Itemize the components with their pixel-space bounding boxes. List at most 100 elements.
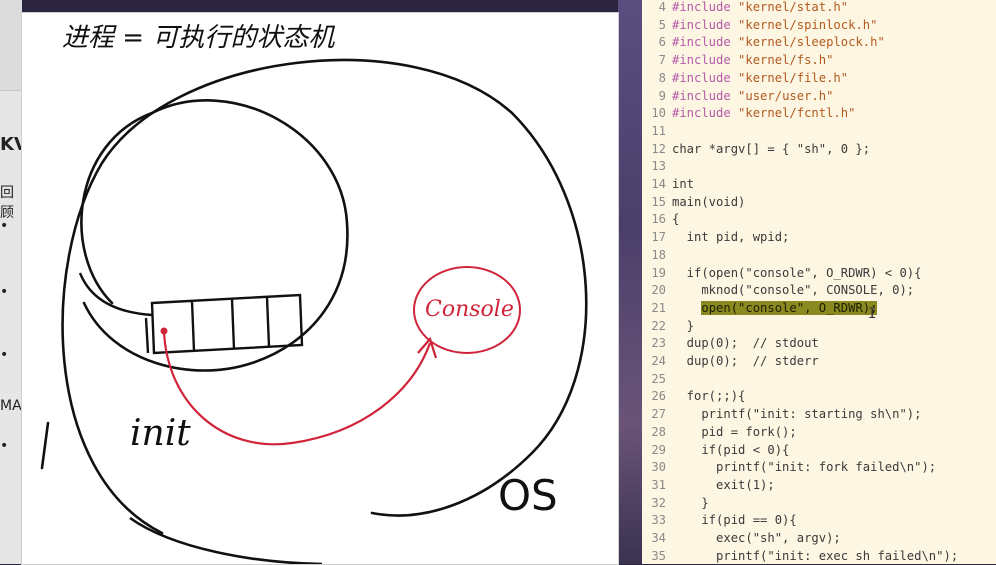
code-text: printf("init: exec sh failed\n");	[672, 548, 959, 563]
code-text: printf("init: starting sh\n");	[672, 407, 922, 422]
code-line[interactable]: 5 #include "kernel/spinlock.h"	[642, 16, 996, 34]
background-window-header	[0, 0, 22, 91]
code-line[interactable]: 26 for(;;){	[642, 387, 996, 405]
code-line[interactable]: 21 open("console", O_RDWR);	[642, 299, 996, 317]
init-label: init	[130, 413, 191, 454]
os-circle-tail	[129, 516, 323, 564]
code-text: mknod("console", CONSOLE, 0);	[672, 283, 915, 298]
code-text: for(;;){	[672, 389, 746, 404]
line-number: 32	[651, 495, 666, 510]
os-left-stroke	[40, 421, 50, 470]
line-number: 29	[651, 442, 666, 457]
line-number: 31	[651, 477, 666, 492]
code-text: if(pid < 0){	[672, 442, 790, 457]
desktop-wallpaper	[618, 0, 642, 564]
code-text: int	[672, 177, 695, 191]
code-text: if(open("console", O_RDWR) < 0){	[672, 265, 922, 280]
code-line[interactable]: 8 #include "kernel/file.h"	[642, 69, 996, 87]
line-number: 23	[651, 336, 666, 351]
code-text: int pid, wpid;	[672, 230, 790, 245]
code-text: #include "kernel/fs.h"	[672, 53, 834, 68]
background-bullet: •	[0, 284, 9, 300]
code-text: dup(0); // stdout	[672, 336, 819, 351]
line-number: 34	[651, 531, 666, 545]
code-line[interactable]: 12 char *argv[] = { "sh", 0 };	[642, 140, 996, 158]
code-text: char *argv[] = { "sh", 0 };	[672, 141, 871, 156]
line-number: 4	[658, 0, 666, 14]
code-line[interactable]: 6 #include "kernel/sleeplock.h"	[642, 33, 996, 51]
line-number: 16	[651, 212, 666, 227]
code-line[interactable]: 22 }	[642, 317, 996, 335]
code-text: {	[672, 212, 680, 227]
code-line[interactable]: 13	[642, 157, 996, 175]
line-number: 12	[651, 141, 666, 156]
line-number: 14	[651, 177, 666, 191]
console-label: Console	[425, 297, 514, 322]
code-text: }	[672, 318, 695, 333]
code-text: #include "user/user.h"	[672, 88, 834, 103]
line-number: 35	[651, 548, 666, 563]
line-number: 5	[658, 17, 666, 32]
code-text: #include "kernel/fcntl.h"	[672, 106, 856, 121]
background-text: MA	[0, 398, 22, 414]
line-number: 25	[651, 371, 666, 386]
code-line[interactable]: 27 printf("init: starting sh\n");	[642, 405, 996, 423]
code-text: main(void)	[672, 194, 746, 209]
code-line[interactable]: 33 if(pid == 0){	[642, 511, 996, 529]
line-number: 24	[651, 354, 666, 368]
code-line[interactable]: 11	[642, 122, 996, 140]
code-line[interactable]: 19 if(open("console", O_RDWR) < 0){	[642, 264, 996, 282]
code-line[interactable]: 31 exit(1);	[642, 476, 996, 494]
code-line[interactable]: 23 dup(0); // stdout	[642, 334, 996, 352]
code-text: #include "kernel/stat.h"	[672, 0, 849, 14]
fd-table	[144, 293, 304, 355]
code-text: exit(1);	[672, 477, 775, 492]
code-line[interactable]: 35 printf("init: exec sh failed\n");	[642, 547, 996, 565]
code-line[interactable]: 10 #include "kernel/fcntl.h"	[642, 104, 996, 122]
red-arrow	[162, 330, 432, 446]
line-number: 8	[658, 70, 666, 85]
code-line[interactable]: 16 {	[642, 210, 996, 228]
whiteboard-title: 进程 = 可执行的状态机	[62, 23, 335, 53]
code-line[interactable]: 32 }	[642, 494, 996, 512]
line-number: 15	[651, 194, 666, 209]
background-text: 回顾	[0, 185, 14, 221]
code-text: #include "kernel/file.h"	[672, 70, 849, 85]
line-number: 21	[651, 300, 666, 315]
code-line[interactable]: 20 mknod("console", CONSOLE, 0);	[642, 281, 996, 299]
code-line[interactable]: 24 dup(0); // stderr	[642, 352, 996, 370]
code-line[interactable]: 15 main(void)	[642, 193, 996, 211]
code-line[interactable]: 28 pid = fork();	[642, 423, 996, 441]
code-line[interactable]: 18	[642, 246, 996, 264]
code-text: dup(0); // stderr	[672, 354, 819, 368]
code-line[interactable]: 14 int	[642, 175, 996, 193]
background-bullet: •	[0, 347, 9, 363]
code-line[interactable]: 7 #include "kernel/fs.h"	[642, 51, 996, 69]
code-text: printf("init: fork failed\n");	[672, 460, 937, 475]
code-editor[interactable]: 4 #include "kernel/stat.h" 5 #include "kern…	[642, 0, 996, 564]
code-line[interactable]: 34 exec("sh", argv);	[642, 529, 996, 547]
process-circle	[80, 99, 349, 372]
line-number: 30	[651, 460, 666, 475]
line-number: 17	[651, 230, 666, 245]
highlighted-selection[interactable]: open("console", O_RDWR);	[701, 300, 878, 315]
process-inner-arc	[78, 272, 153, 317]
line-number: 11	[651, 123, 666, 138]
code-line[interactable]: 4 #include "kernel/stat.h"	[642, 0, 996, 16]
code-text: }	[672, 495, 709, 510]
code-line[interactable]: 25	[642, 370, 996, 388]
code-line[interactable]: 17 int pid, wpid;	[642, 228, 996, 246]
code-text: #include "kernel/spinlock.h"	[672, 17, 878, 32]
code-line[interactable]: 9 #include "user/user.h"	[642, 87, 996, 105]
code-line[interactable]: 30 printf("init: fork failed\n");	[642, 458, 996, 476]
code-text: pid = fork();	[672, 424, 797, 439]
line-number: 9	[658, 88, 666, 103]
code-line[interactable]: 29 if(pid < 0){	[642, 441, 996, 459]
code-text: open("console", O_RDWR);	[672, 300, 878, 315]
background-window: KV 回顾 • • • MA •	[0, 0, 28, 564]
line-number: 33	[651, 513, 666, 528]
line-number: 7	[658, 53, 666, 68]
line-number: 13	[651, 159, 666, 174]
line-number: 28	[651, 424, 666, 439]
whiteboard-canvas[interactable]: 进程 = 可执行的状态机 Console init OS	[22, 13, 618, 564]
